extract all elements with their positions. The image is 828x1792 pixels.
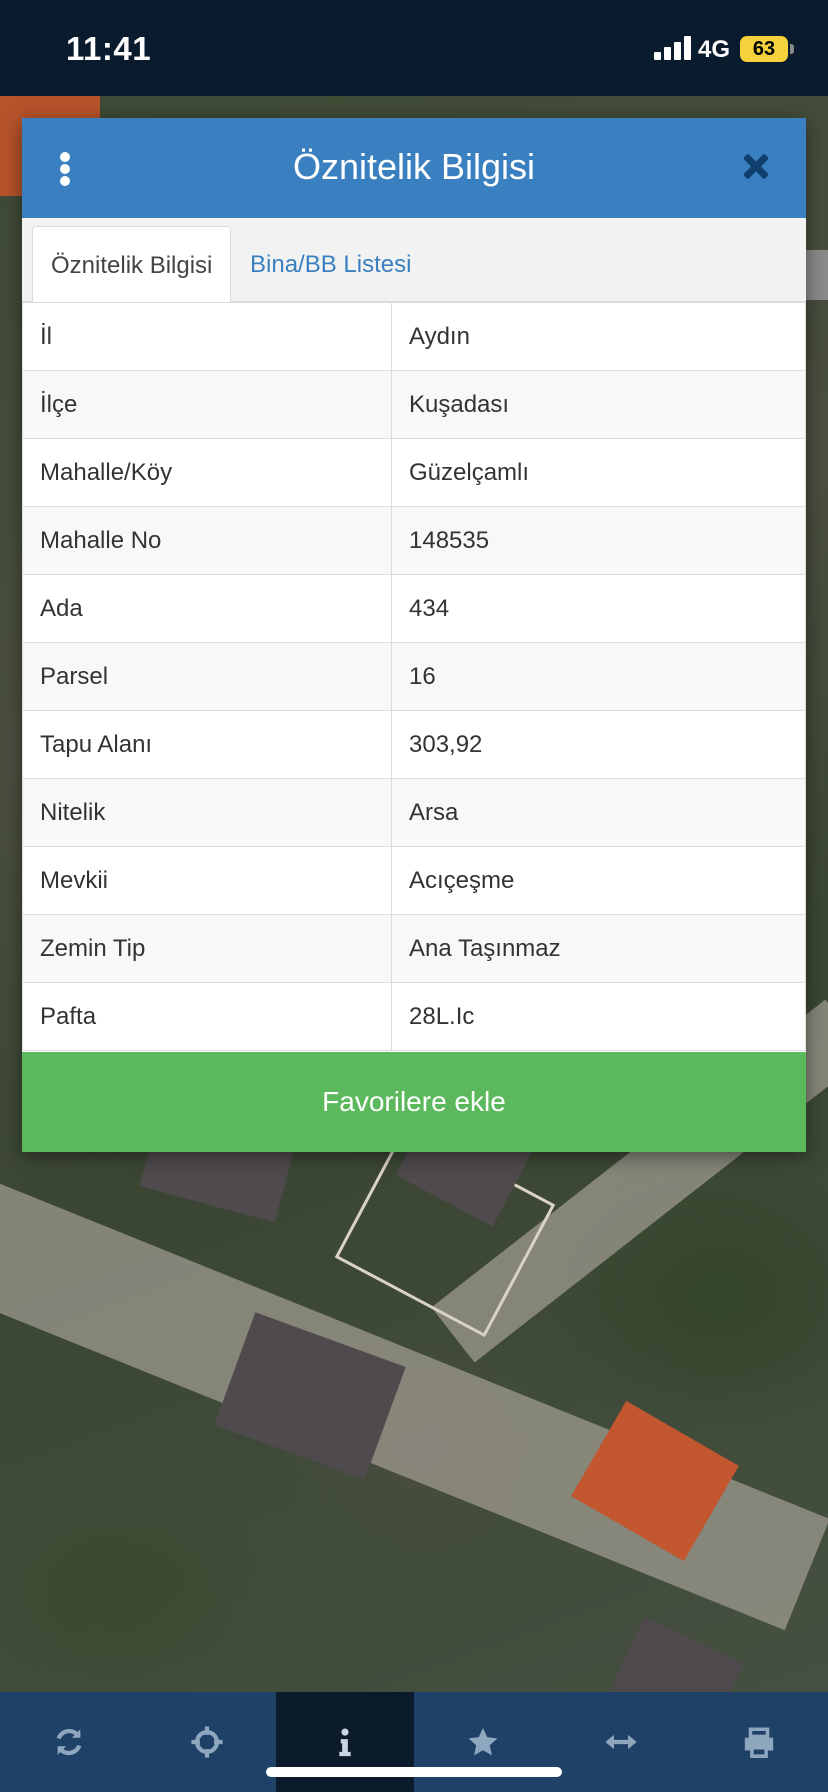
favorites-button[interactable]	[414, 1692, 552, 1792]
attribute-key: Mahalle/Köy	[22, 438, 392, 507]
attribute-value: Arsa	[391, 778, 806, 847]
attribute-key: Zemin Tip	[22, 914, 392, 983]
attribute-key: İl	[22, 302, 392, 371]
battery-icon: 63	[740, 36, 794, 62]
info-icon	[339, 1728, 351, 1757]
locate-button[interactable]	[138, 1692, 276, 1792]
network-type: 4G	[698, 36, 731, 63]
table-row: Nitelik Arsa	[22, 778, 806, 847]
print-icon	[744, 1727, 774, 1758]
attribute-key: İlçe	[22, 370, 392, 439]
attribute-value: Kuşadası	[391, 370, 806, 439]
home-indicator[interactable]	[266, 1767, 562, 1777]
star-icon	[468, 1727, 498, 1756]
close-icon[interactable]	[738, 148, 778, 188]
attribute-key: Pafta	[22, 982, 392, 1051]
attribute-value: 148535	[391, 506, 806, 575]
attribute-value: 434	[391, 574, 806, 643]
attribute-dialog: Öznitelik Bilgisi Öznitelik Bilgisi Bina…	[22, 118, 806, 1152]
crosshair-icon	[191, 1726, 223, 1758]
status-bar: 11:41 4G 63	[0, 0, 828, 96]
attribute-key: Mevkii	[22, 846, 392, 915]
table-row: Parsel 16	[22, 642, 806, 711]
bottom-toolbar	[0, 1692, 828, 1792]
attribute-value: 28L.Ic	[391, 982, 806, 1051]
tab-attribute-info[interactable]: Öznitelik Bilgisi	[32, 226, 232, 303]
attribute-value: 303,92	[391, 710, 806, 779]
measure-button[interactable]	[552, 1692, 690, 1792]
attribute-key: Mahalle No	[22, 506, 392, 575]
refresh-icon	[56, 1728, 82, 1756]
add-to-favorites-button[interactable]: Favorilere ekle	[22, 1052, 806, 1152]
attribute-value: 16	[391, 642, 806, 711]
signal-icon	[654, 36, 692, 60]
table-row: İlçe Kuşadası	[22, 370, 806, 439]
table-row: Mevkii Acıçeşme	[22, 846, 806, 915]
map-feature	[806, 250, 828, 300]
attribute-key: Nitelik	[22, 778, 392, 847]
refresh-button[interactable]	[0, 1692, 138, 1792]
table-row: İl Aydın	[22, 302, 806, 371]
table-row: Tapu Alanı 303,92	[22, 710, 806, 779]
attribute-key: Tapu Alanı	[22, 710, 392, 779]
attribute-value: Aydın	[391, 302, 806, 371]
table-row: Pafta 28L.Ic	[22, 982, 806, 1051]
attribute-key: Parsel	[22, 642, 392, 711]
attribute-value: Güzelçamlı	[391, 438, 806, 507]
info-button[interactable]	[276, 1692, 414, 1792]
table-row: Ada 434	[22, 574, 806, 643]
dialog-header: Öznitelik Bilgisi	[22, 118, 806, 218]
table-row: Zemin Tip Ana Taşınmaz	[22, 914, 806, 983]
tab-building-list[interactable]: Bina/BB Listesi	[232, 226, 429, 303]
table-row: Mahalle/Köy Güzelçamlı	[22, 438, 806, 507]
attribute-value: Acıçeşme	[391, 846, 806, 915]
attribute-key: Ada	[22, 574, 392, 643]
status-time: 11:41	[66, 30, 152, 67]
attribute-table: İl Aydın İlçe Kuşadası Mahalle/Köy Güzelçam…	[22, 302, 806, 1051]
print-button[interactable]	[690, 1692, 828, 1792]
attribute-value: Ana Taşınmaz	[391, 914, 806, 983]
dialog-title: Öznitelik Bilgisi	[292, 146, 536, 187]
tab-bar: Öznitelik Bilgisi Bina/BB Listesi	[22, 218, 806, 303]
table-row: Mahalle No 148535	[22, 506, 806, 575]
measure-icon	[605, 1734, 637, 1750]
